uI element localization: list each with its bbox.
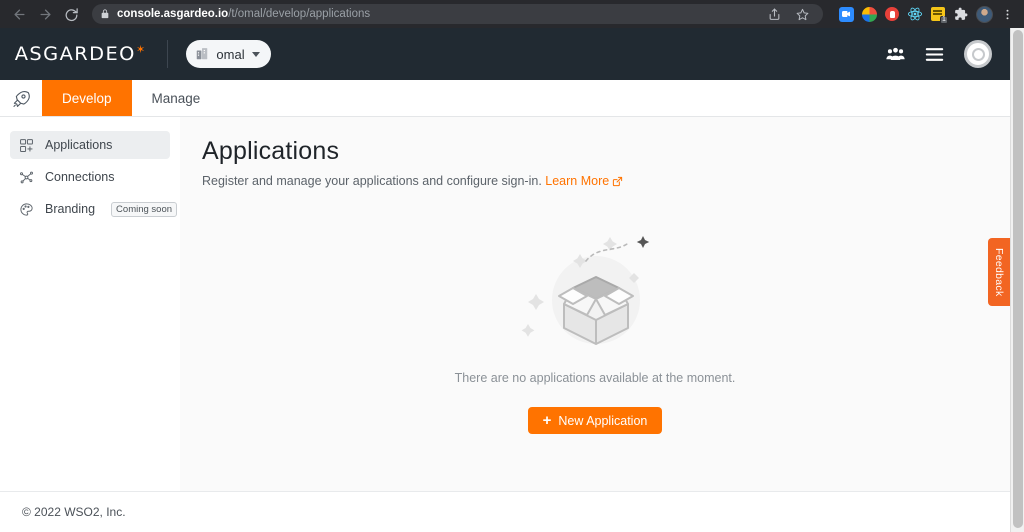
reload-button[interactable]: [58, 1, 84, 27]
page-scrollbar[interactable]: [1010, 28, 1024, 532]
scrollbar-thumb[interactable]: [1013, 30, 1023, 528]
url-text: console.asgardeo.io/t/omal/develop/appli…: [117, 8, 370, 20]
forward-button[interactable]: [32, 1, 58, 27]
plus-icon: +: [542, 412, 552, 429]
sidebar-item-applications[interactable]: Applications: [10, 131, 170, 159]
applications-grid-icon: [18, 138, 35, 153]
record-extension-icon[interactable]: [881, 3, 903, 25]
extension-badge-count: 1: [940, 16, 948, 24]
sidebar-item-applications-label: Applications: [45, 138, 113, 152]
logo-star-icon: ✶: [135, 43, 147, 56]
main-content: Applications Register and manage your ap…: [180, 117, 1010, 491]
hamburger-menu-icon[interactable]: [925, 47, 944, 62]
organization-switcher[interactable]: omal: [186, 40, 271, 68]
app-header: ASGARDEO✶ omal: [0, 28, 1010, 80]
photos-extension-icon[interactable]: [858, 3, 880, 25]
sidebar: Applications Connections Branding Coming…: [0, 117, 180, 491]
tab-develop-label: Develop: [62, 90, 112, 106]
app-footer: © 2022 WSO2, Inc.: [0, 491, 1010, 532]
user-avatar-icon[interactable]: [964, 40, 992, 68]
profile-avatar-icon[interactable]: [973, 3, 995, 25]
extensions-row: 1: [829, 3, 1018, 25]
browser-toolbar: console.asgardeo.io/t/omal/develop/appli…: [0, 0, 1024, 28]
empty-state-message: There are no applications available at t…: [454, 371, 736, 385]
rocket-icon: [0, 80, 42, 116]
asgardeo-logo: ASGARDEO✶: [15, 43, 147, 65]
sidebar-item-branding-label: Branding: [45, 202, 96, 216]
logo-text: ASGARDEO: [14, 43, 136, 65]
page-subtitle-text: Register and manage your applications an…: [202, 174, 542, 188]
app-body: Applications Connections Branding Coming…: [0, 117, 1010, 491]
react-devtools-icon[interactable]: [904, 3, 926, 25]
empty-box-illustration: [503, 228, 688, 363]
app-shell: ASGARDEO✶ omal Develop Manage Applicatio…: [0, 28, 1010, 532]
zoom-extension-icon[interactable]: [835, 3, 857, 25]
star-icon[interactable]: [789, 1, 815, 27]
sidebar-item-connections[interactable]: Connections: [10, 163, 170, 191]
notes-extension-icon[interactable]: 1: [927, 3, 949, 25]
url-path: /t/omal/develop/applications: [228, 8, 371, 20]
sidebar-item-connections-label: Connections: [45, 170, 115, 184]
feedback-label: Feedback: [993, 247, 1005, 297]
header-divider: [167, 40, 169, 68]
external-link-icon: [612, 176, 623, 190]
branding-palette-icon: [18, 202, 35, 217]
empty-state: There are no applications available at t…: [202, 228, 1010, 434]
coming-soon-badge: Coming soon: [111, 201, 178, 217]
share-icon[interactable]: [761, 1, 787, 27]
primary-tabbar: Develop Manage: [0, 80, 1010, 117]
organization-name: omal: [216, 46, 245, 62]
new-application-label: New Application: [558, 413, 648, 428]
kebab-menu-icon[interactable]: [996, 3, 1018, 25]
connections-nodes-icon: [18, 170, 35, 185]
feedback-tab[interactable]: Feedback: [988, 238, 1010, 306]
back-button[interactable]: [6, 1, 32, 27]
tab-manage[interactable]: Manage: [132, 80, 221, 116]
page-title: Applications: [202, 137, 340, 165]
learn-more-label: Learn More: [545, 174, 610, 188]
lock-icon: [100, 9, 110, 19]
tab-develop[interactable]: Develop: [42, 80, 132, 116]
header-actions: [886, 40, 992, 68]
users-icon[interactable]: [886, 47, 905, 62]
address-bar[interactable]: console.asgardeo.io/t/omal/develop/appli…: [92, 4, 823, 24]
tab-manage-label: Manage: [151, 90, 201, 106]
sidebar-item-branding[interactable]: Branding Coming soon: [10, 195, 178, 223]
puzzle-extensions-icon[interactable]: [950, 3, 972, 25]
building-icon: [195, 47, 209, 61]
page-subtitle: Register and manage your applications an…: [202, 174, 1010, 190]
browser-window: console.asgardeo.io/t/omal/develop/appli…: [0, 0, 1024, 532]
new-application-button[interactable]: + New Application: [527, 407, 663, 434]
copyright-text: © 2022 WSO2, Inc.: [22, 505, 126, 519]
url-domain: console.asgardeo.io: [117, 8, 229, 20]
chevron-down-icon: [251, 51, 260, 57]
learn-more-link[interactable]: Learn More: [545, 174, 623, 188]
